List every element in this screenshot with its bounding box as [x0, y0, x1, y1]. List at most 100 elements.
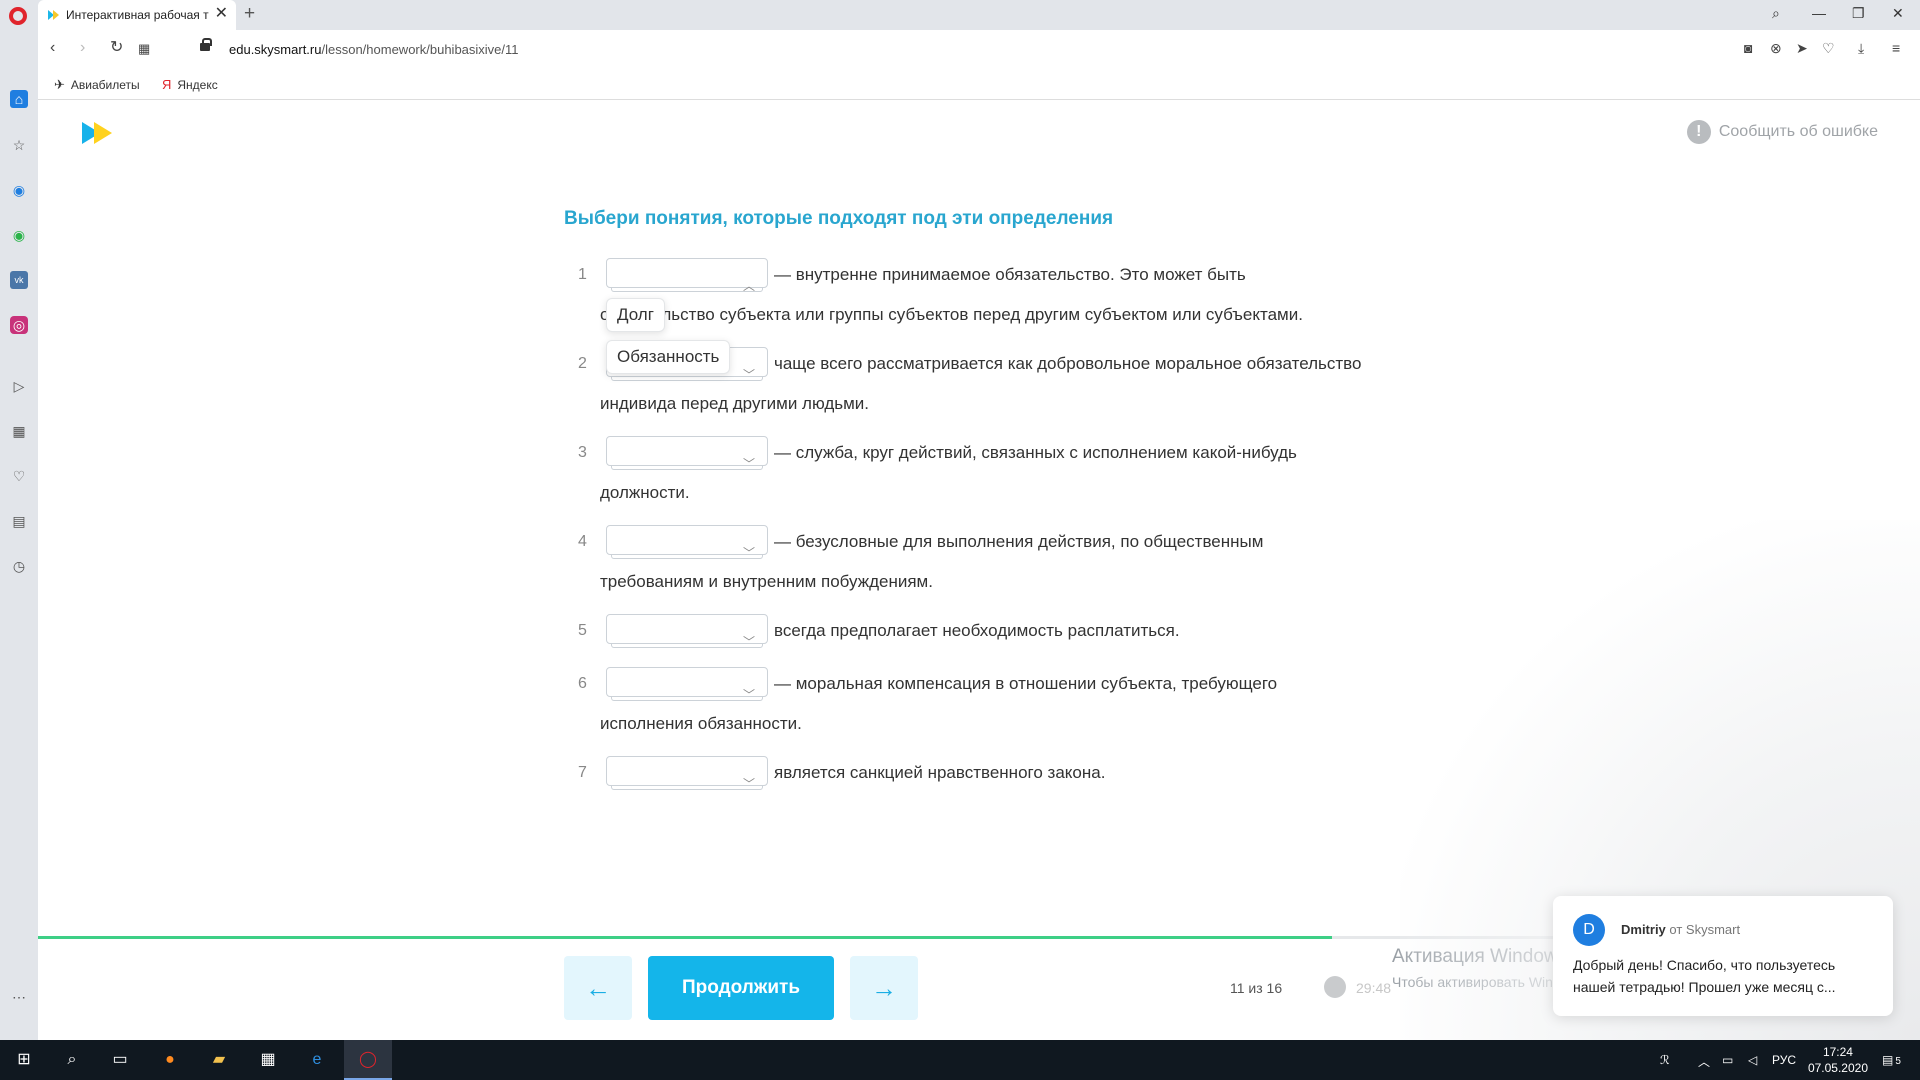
opera-taskbar-button[interactable]: ◯ [344, 1040, 392, 1080]
clock[interactable]: 17:24 07.05.2020 [1808, 1044, 1868, 1076]
camera-icon[interactable]: ◙ [1744, 40, 1752, 56]
search-icon[interactable]: ⌕ [60, 1048, 84, 1072]
new-tab-button[interactable]: + [244, 4, 255, 23]
yandex-icon: Я [162, 77, 172, 92]
question-text: — моральная компенсация в отношении субъ… [774, 674, 1278, 693]
calculator-icon[interactable]: ▦ [256, 1048, 280, 1072]
file-explorer-icon[interactable]: ▰ [207, 1048, 231, 1072]
address-bar: ‹ › ↻ ▦ edu.skysmart.ru/lesson/homework/… [38, 30, 1920, 70]
restore-icon[interactable]: ❐ [1852, 5, 1865, 22]
skysmart-logo-icon[interactable] [82, 122, 116, 144]
airplane-icon: ✈ [54, 77, 65, 92]
chat-message: Добрый день! Спасибо, что пользуетесь на… [1573, 957, 1836, 995]
windows-taskbar: ⊞ ⌕ ▭ ● ▰ ▦ e ◯ ℛ ︿ ▭ ◁ РУС 17:24 07.05.… [0, 1040, 1920, 1080]
task-title: Выбери понятия, которые подходят под эти… [564, 208, 1114, 229]
heart-icon[interactable]: ♡ [1822, 40, 1835, 57]
question-number: 4 [578, 533, 587, 550]
news-icon[interactable]: ▤ [10, 512, 28, 530]
apps-icon[interactable]: ▦ [10, 422, 28, 440]
tab-close-icon[interactable]: ✕ [215, 6, 228, 22]
answer-select-4[interactable]: ﹀ [606, 525, 768, 560]
back-icon[interactable]: ‹ [50, 40, 55, 56]
task-view-icon[interactable]: ▭ [108, 1048, 132, 1072]
avatar: D [1573, 914, 1605, 946]
report-error-link[interactable]: ! Сообщить об ошибке [1686, 120, 1878, 144]
messenger-icon[interactable]: ◉ [10, 181, 28, 199]
report-error-label: Сообщить об ошибке [1718, 123, 1878, 140]
edge-icon[interactable]: e [305, 1048, 329, 1072]
notification-count: 5 [1895, 1056, 1901, 1067]
send-sidebar-icon[interactable]: ▷ [10, 377, 28, 395]
question-number: 6 [578, 675, 587, 692]
question-number: 1 [578, 266, 587, 283]
lock-icon[interactable] [200, 38, 212, 51]
menu-icon[interactable]: ≡ [1892, 40, 1900, 56]
skysmart-favicon-icon [48, 10, 60, 20]
language-indicator[interactable]: РУС [1772, 1053, 1796, 1067]
answer-select-6[interactable]: ﹀ [606, 667, 768, 702]
bookmarks-bar: ✈ Авиабилеты Я Яндекс [38, 70, 1920, 100]
reload-icon[interactable]: ↻ [110, 40, 123, 56]
answer-select-7[interactable]: ﹀ [606, 756, 768, 791]
question-text: всегда предполагает необходимость распла… [774, 621, 1180, 640]
download-icon[interactable]: ⤓ [1858, 40, 1864, 57]
question-number: 5 [578, 622, 587, 639]
network-icon[interactable]: ▭ [1722, 1053, 1733, 1067]
tray-chevron-icon[interactable]: ︿ [1698, 1053, 1710, 1070]
chevron-down-icon: ﹀ [742, 635, 755, 649]
opera-sidebar: ⌂ ☆ ◉ ◉ vk ◎ ▷ ▦ ♡ ▤ ◷ ⋯ [0, 30, 38, 1040]
opera-icon: ◯ [359, 1051, 377, 1068]
home-icon[interactable]: ⌂ [10, 90, 28, 108]
firefox-icon[interactable]: ● [158, 1048, 182, 1072]
people-icon[interactable]: ℛ [1660, 1053, 1670, 1067]
minimize-icon[interactable]: — [1812, 5, 1826, 21]
windows-start-icon[interactable]: ⊞ [12, 1048, 36, 1072]
adblock-icon[interactable]: ⊗ [1770, 40, 1782, 57]
more-icon[interactable]: ⋯ [10, 988, 28, 1006]
continue-button[interactable]: Продолжить [648, 956, 834, 1020]
page-content: ! Сообщить об ошибке Выбери понятия, кот… [38, 100, 1920, 1040]
question-text: является санкцией нравственного закона. [774, 763, 1106, 782]
notifications-icon[interactable]: ▤ 5 [1882, 1053, 1901, 1067]
search-icon[interactable]: ⌕ [1772, 5, 1780, 22]
page-counter: 11 из 16 [1230, 980, 1283, 996]
instagram-icon[interactable]: ◎ [10, 316, 28, 334]
dropdown-option-dolg[interactable]: Долг [606, 298, 665, 332]
chat-sender: Dmitriy от Skysmart [1621, 922, 1741, 937]
question-text-cont: обязательство субъекта или группы субъек… [600, 305, 1303, 324]
question-number: 3 [578, 444, 587, 461]
question-text: — служба, круг действий, связанных с исп… [774, 443, 1297, 462]
answer-select-5[interactable]: ﹀ [606, 614, 768, 649]
tab-title: Интерактивная рабочая т [66, 8, 209, 22]
question-text-cont: исполнения обязанности. [600, 714, 802, 733]
bookmark-aviabilety[interactable]: ✈ Авиабилеты [54, 77, 140, 93]
forward-icon[interactable]: › [80, 40, 85, 56]
vk-icon[interactable]: vk [10, 271, 28, 289]
favorites-icon[interactable]: ♡ [10, 467, 28, 485]
question-text: — внутренне принимаемое обязательство. Э… [774, 265, 1246, 284]
question-text: — безусловные для выполнения действия, п… [774, 532, 1264, 551]
url-field[interactable]: edu.skysmart.ru/lesson/homework/buhibasi… [229, 42, 519, 57]
speed-dial-icon[interactable]: ☆ [10, 136, 28, 154]
bookmark-yandex[interactable]: Я Яндекс [162, 77, 218, 92]
answer-select-3[interactable]: ﹀ [606, 436, 768, 471]
history-icon[interactable]: ◷ [10, 557, 28, 575]
send-icon[interactable]: ➤ [1796, 40, 1808, 57]
question-number: 7 [578, 764, 587, 781]
close-window-icon[interactable]: ✕ [1892, 5, 1904, 22]
tabs-grid-icon[interactable]: ▦ [138, 42, 150, 55]
timer: 29:48 [1356, 980, 1392, 996]
prev-button[interactable]: ← [564, 956, 632, 1020]
question-number: 2 [578, 355, 587, 372]
answer-select-1[interactable]: ︿ [606, 258, 768, 293]
whatsapp-icon[interactable]: ◉ [10, 226, 28, 244]
chat-popup[interactable]: D Dmitriy от Skysmart Добрый день! Спаси… [1553, 896, 1893, 1016]
dropdown-option-obyazannost[interactable]: Обязанность [606, 340, 731, 374]
browser-tab-bar: Интерактивная рабочая т ✕ + ⌕ — ❐ ✕ [0, 0, 1920, 30]
question-text-cont: требованиям и внутренним побуждениям. [600, 572, 933, 591]
opera-logo-icon[interactable] [9, 7, 27, 25]
progress-fill [38, 936, 1332, 939]
volume-icon[interactable]: ◁ [1748, 1053, 1757, 1067]
next-button[interactable]: → [850, 956, 918, 1020]
browser-tab[interactable]: Интерактивная рабочая т ✕ [38, 0, 236, 30]
